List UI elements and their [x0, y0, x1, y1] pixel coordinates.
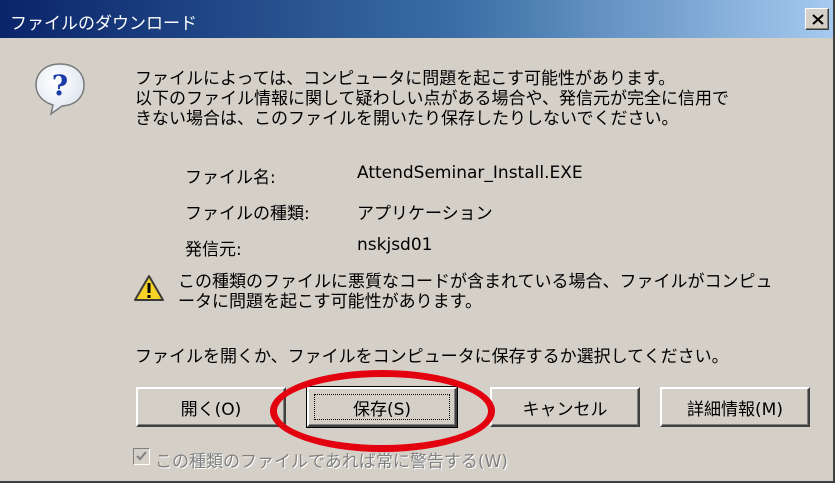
publisher-label: 発信元:: [185, 240, 242, 260]
more-info-button-label: 詳細情報(M): [687, 399, 783, 420]
open-button-label: 開く(O): [180, 399, 242, 420]
message-line-3: きない場合は、このファイルを開いたり保存したりしないでください。: [135, 109, 679, 129]
close-button[interactable]: [805, 8, 829, 30]
file-name-value: AttendSeminar_Install.EXE: [357, 163, 583, 183]
file-download-dialog: ファイルのダウンロード ? ファイルによっては、コンピュータに問題を起こす可能性…: [0, 0, 835, 483]
publisher-value: nskjsd01: [357, 235, 433, 255]
action-prompt: ファイルを開くか、ファイルをコンピュータに保存するか選択してください。: [135, 347, 729, 367]
open-button[interactable]: 開く(O): [136, 387, 286, 427]
cancel-button[interactable]: キャンセル: [490, 387, 640, 427]
title-bar[interactable]: ファイルのダウンロード: [0, 0, 833, 38]
more-info-button[interactable]: 詳細情報(M): [660, 387, 810, 427]
file-name-label: ファイル名:: [185, 168, 276, 188]
close-icon: [812, 14, 824, 25]
question-icon: ?: [35, 63, 85, 116]
check-mark-icon: [136, 451, 147, 461]
save-button[interactable]: 保存(S): [306, 386, 458, 428]
checkbox-label: この種類のファイルであれば常に警告する(W): [155, 452, 508, 472]
message-line-1: ファイルによっては、コンピュータに問題を起こす可能性があります。: [135, 69, 676, 89]
warning-line-2: ータに問題を起こす可能性があります。: [178, 292, 482, 312]
cancel-button-label: キャンセル: [522, 399, 608, 420]
warning-line-1: この種類のファイルに悪質なコードが含まれている場合、ファイルがコンピュ: [178, 272, 773, 292]
svg-text:?: ?: [52, 69, 68, 102]
file-type-label: ファイルの種類:: [185, 204, 310, 224]
file-type-value: アプリケーション: [357, 204, 493, 224]
save-button-label: 保存(S): [352, 399, 412, 420]
checkbox-box[interactable]: [133, 448, 150, 465]
window-title: ファイルのダウンロード: [10, 14, 197, 34]
message-line-2: 以下のファイル情報に関して疑わしい点がある場合や、発信元が完全に信用で: [135, 89, 729, 109]
warning-icon: [134, 275, 164, 301]
